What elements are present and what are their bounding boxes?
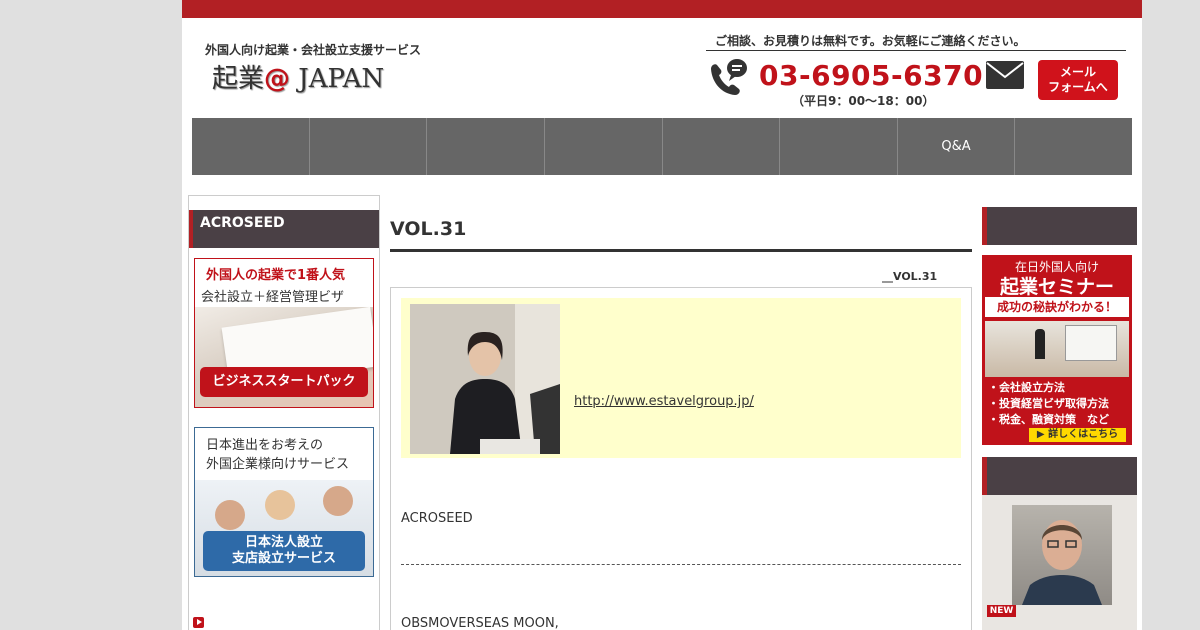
seminar-banner[interactable]: 在日外国人向け 起業セミナー 成功の秘訣がわかる！ ・会社設立方法 ・投資経営ビ… — [982, 255, 1132, 445]
right-sidebar-heading-1 — [982, 207, 1137, 245]
profile-card: http://www.estavelgroup.jp/ — [401, 298, 961, 458]
phone-number[interactable]: 03-6905-6370 — [759, 59, 983, 92]
banner2-line1: 日本進出をお考えの — [206, 438, 324, 453]
nav-item-8[interactable] — [1015, 118, 1132, 175]
phone-icon — [711, 59, 747, 95]
content-text-2: OBSMOVERSEAS MOON, — [401, 616, 559, 630]
banner2-button-line1: 日本法人設立 — [244, 535, 323, 550]
featured-person-figure — [1022, 520, 1102, 605]
logo-main: 起業 — [212, 64, 265, 94]
business-start-pack-button[interactable]: ビジネススタートパック — [200, 367, 368, 397]
foreign-company-service-banner[interactable]: 日本進出をお考えの 外国企業様向けサービス 日本法人設立 支店設立サービス — [194, 427, 374, 577]
nav-item-4[interactable] — [545, 118, 663, 175]
banner2-line2: 外国企業様向けサービス — [206, 457, 350, 472]
site-tagline: 外国人向け起業・会社設立支援サービス — [205, 43, 422, 57]
new-badge: NEW — [987, 605, 1016, 617]
title-divider — [390, 249, 972, 252]
left-sidebar: ACROSEED 外国人の起業で1番人気 会社設立＋経営管理ビザ ビジネススター… — [188, 195, 380, 630]
seminar-item: ・税金、融資対策 など — [988, 413, 1109, 426]
logo-at: @ — [264, 64, 291, 94]
banner2-button-line2: 支店設立サービス — [231, 551, 336, 566]
page-title: VOL.31 — [390, 218, 467, 240]
volume-label: __VOL.31 — [882, 270, 938, 283]
dashed-divider — [401, 564, 961, 565]
featured-person-photo — [1012, 505, 1112, 605]
banner1-title: 外国人の起業で1番人気 — [206, 268, 346, 283]
seminar-subtitle: 成功の秘訣がわかる！ — [985, 297, 1129, 317]
website-link[interactable]: http://www.estavelgroup.jp/ — [574, 394, 754, 409]
left-sidebar-heading: ACROSEED — [189, 210, 379, 248]
banner1-subtitle: 会社設立＋経営管理ビザ — [201, 290, 345, 305]
nav-item-3[interactable] — [427, 118, 545, 175]
featured-person-box[interactable]: NEW — [982, 495, 1137, 630]
branch-office-service-button[interactable]: 日本法人設立 支店設立サービス — [203, 531, 365, 571]
top-bar — [182, 0, 1142, 18]
site-logo[interactable]: 起業@ JAPAN — [212, 58, 384, 95]
consult-text: ご相談、お見積りは無料です。お気軽にご連絡ください。 — [715, 34, 1026, 48]
content-text-1: ACROSEED — [401, 511, 473, 526]
interviewee-photo — [410, 304, 560, 454]
mail-btn-line2: フォームへ — [1048, 80, 1108, 94]
person-figure — [215, 500, 245, 530]
arrow-bullet-icon[interactable] — [193, 617, 204, 628]
logo-sub: JAPAN — [298, 64, 385, 94]
consult-divider — [706, 50, 1126, 51]
mail-form-button[interactable]: メール フォームへ — [1038, 60, 1118, 100]
business-hours: （平日9：00〜18：00） — [792, 94, 935, 108]
speaker-figure — [1035, 329, 1045, 359]
seminar-room-image — [985, 321, 1129, 377]
mail-icon[interactable] — [986, 61, 1024, 89]
nav-item-2[interactable] — [310, 118, 428, 175]
nav-item-1[interactable] — [192, 118, 310, 175]
right-sidebar-heading-2 — [982, 457, 1137, 495]
main-nav: Q&A — [192, 118, 1132, 175]
interview-content: http://www.estavelgroup.jp/ ACROSEED OBS… — [390, 287, 972, 630]
whiteboard-image — [1065, 325, 1117, 361]
seminar-item: ・会社設立方法 — [988, 381, 1065, 394]
nav-item-qa[interactable]: Q&A — [898, 118, 1016, 175]
page: 外国人向け起業・会社設立支援サービス 起業@ JAPAN ご相談、お見積りは無料… — [182, 0, 1142, 630]
seminar-title: 起業セミナー — [999, 276, 1114, 298]
business-start-pack-banner[interactable]: 外国人の起業で1番人気 会社設立＋経営管理ビザ ビジネススタートパック — [194, 258, 374, 408]
person-figure — [265, 490, 295, 520]
nav-item-6[interactable] — [780, 118, 898, 175]
seminar-item: ・投資経営ビザ取得方法 — [988, 397, 1109, 410]
interviewee-figure — [410, 304, 560, 454]
seminar-more-button[interactable]: ▶ 詳しくはこちら — [1029, 428, 1126, 442]
mail-btn-line1: メール — [1059, 65, 1096, 79]
nav-item-5[interactable] — [663, 118, 781, 175]
person-figure — [323, 486, 353, 516]
